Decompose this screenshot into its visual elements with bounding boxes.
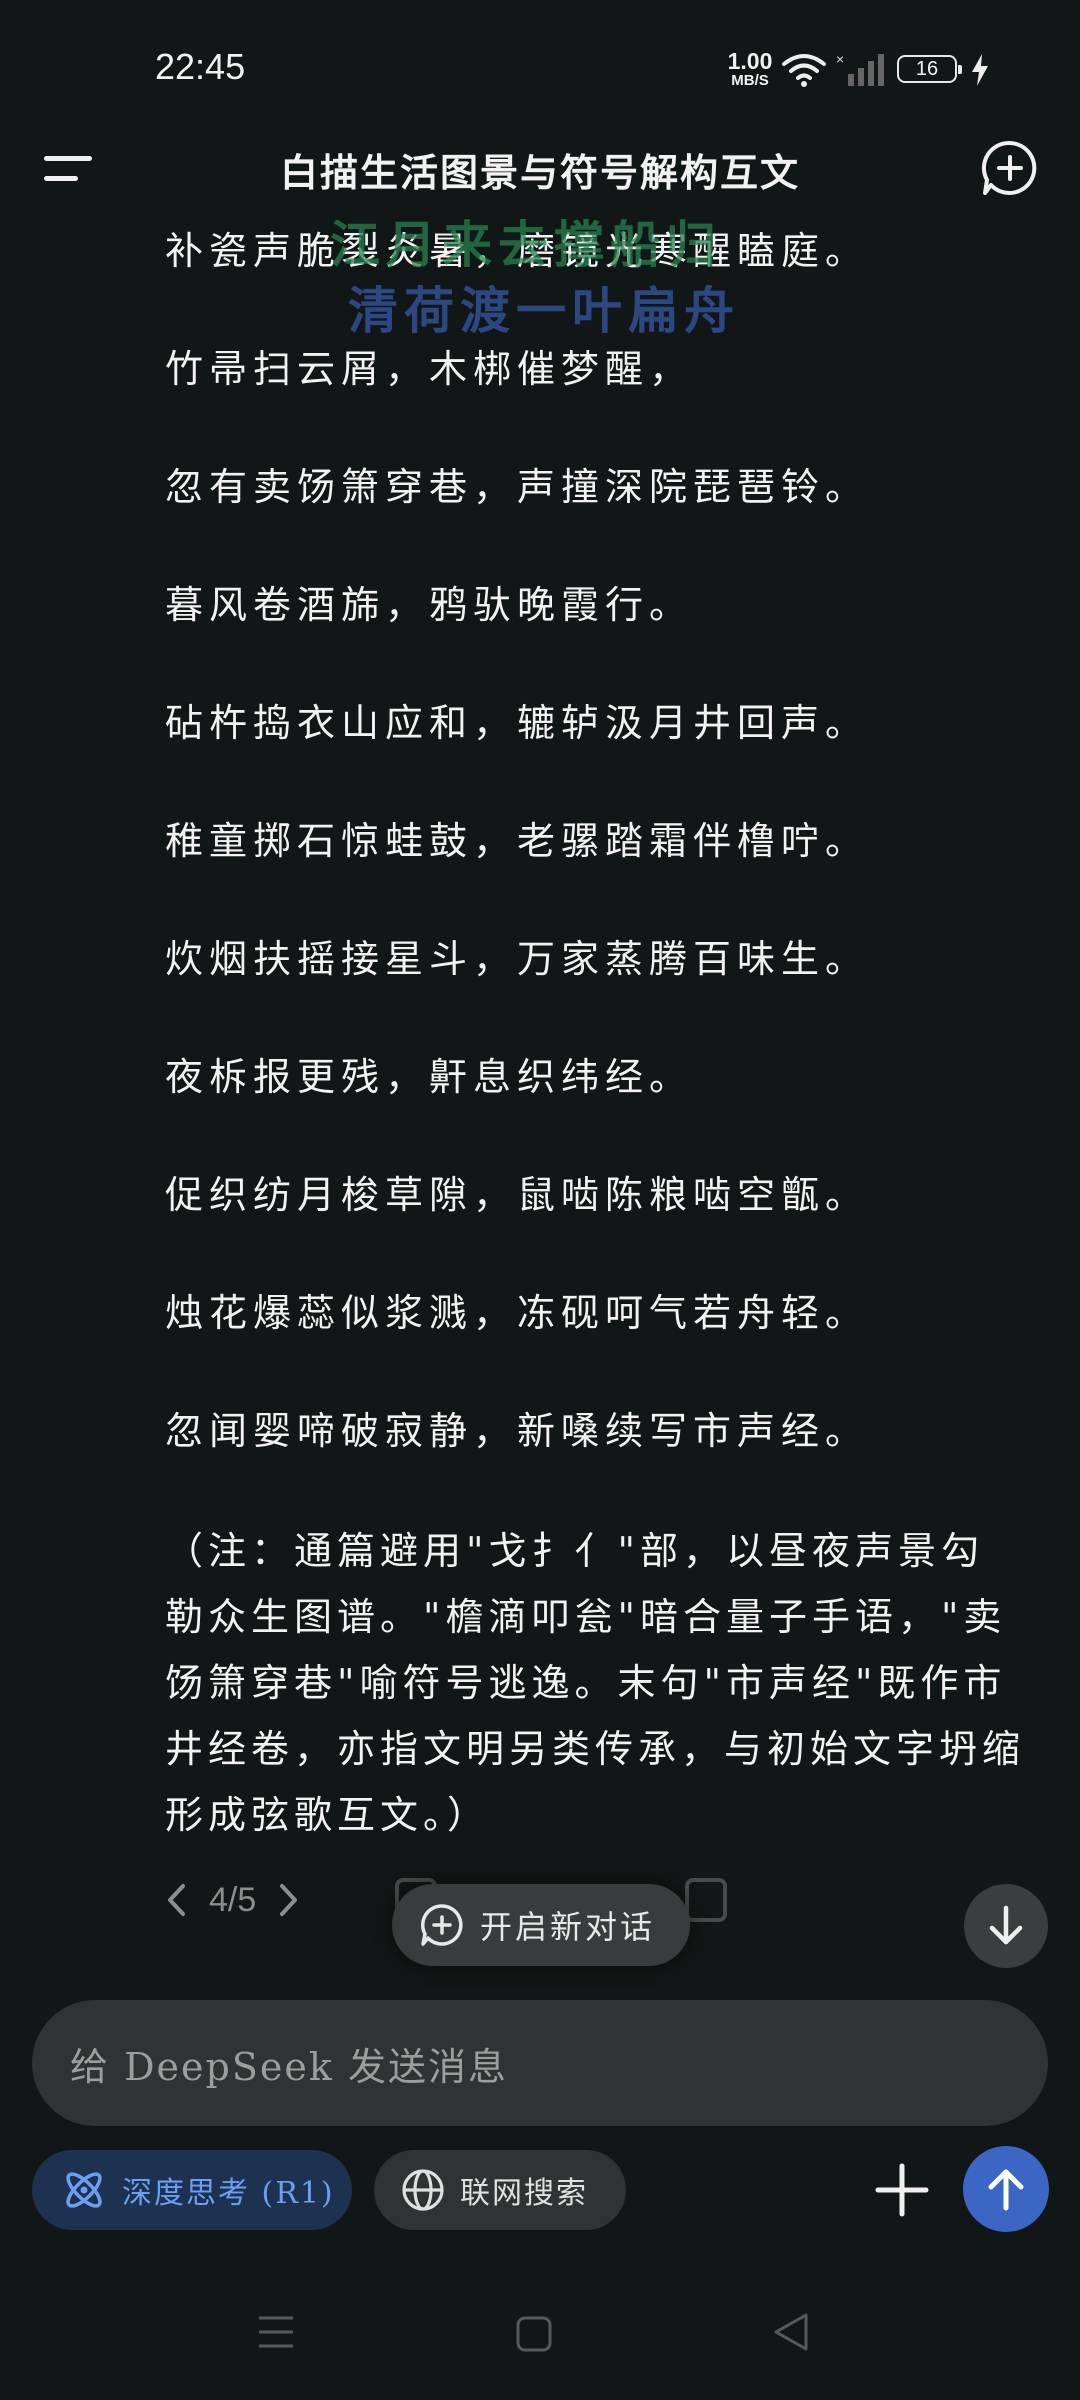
arrow-down-icon [989,1905,1023,1945]
poem-line: 补瓷声脆裂炎暑，磨镜光寒醒瞌庭。 [165,229,870,273]
chat-screen: 22:45 1.00 MB/S × 16 白描生活图景与符号解构互文 江月来去撑… [0,0,1080,2400]
menu-icon[interactable] [40,150,96,190]
nav-back-icon[interactable] [772,2312,810,2352]
pager-text: 4/5 [209,1880,257,1919]
poem-line: 稚童掷石惊蛙鼓，老骡踏霜伴橹咛。 [165,819,870,863]
message-input-placeholder: 给 DeepSeek 发送消息 [70,2044,508,2089]
dislike-icon[interactable] [685,1878,727,1922]
poem-line: 夜柝报更残，鼾息织纬经。 [165,1055,694,1099]
arrow-up-icon [988,2169,1024,2211]
charging-icon [972,54,988,86]
poem-line: 忽有卖饧箫穿巷，声撞深院琵琶铃。 [165,465,870,509]
message-input[interactable]: 给 DeepSeek 发送消息 [32,2000,1048,2126]
globe-icon [402,2169,444,2211]
watermark-line-2: 清荷渡一叶扁舟 [348,281,740,340]
chevron-left-icon[interactable] [165,1882,187,1918]
poem-line: 烛花爆蕊似浆溅，冻砚呵气若舟轻。 [165,1291,870,1335]
web-search-label: 联网搜索 [460,2176,588,2211]
new-chat-icon[interactable] [980,138,1040,198]
poem-line: 炊烟扶摇接星斗，万家蒸腾百味生。 [165,937,870,981]
scroll-to-bottom-button[interactable] [964,1884,1048,1968]
signal-icon: × [836,52,884,86]
nav-home-icon[interactable] [516,2316,552,2352]
poem-line: 促织纺月梭草隙，鼠啮陈粮啮空甑。 [165,1173,870,1217]
status-time: 22:45 [155,46,246,87]
network-speed-unit: MB/S [731,72,769,89]
new-conversation-label: 开启新对话 [480,1908,656,1946]
poem-line: 忽闻婴啼破寂静，新嗓续写市声经。 [165,1409,870,1453]
poem-line: 砧杵捣衣山应和，辘轳汲月井回声。 [165,701,870,745]
status-bar: 22:45 1.00 MB/S × 16 [0,0,1080,140]
new-conversation-button[interactable]: 开启新对话 [392,1884,690,1966]
response-pager: 4/5 [165,1875,300,1925]
svg-text:×: × [836,52,844,67]
deep-think-button[interactable]: 深度思考 (R1) [32,2150,352,2230]
network-speed-value: 1.00 [727,48,773,74]
atom-icon [66,2172,102,2208]
nav-recents-icon[interactable] [256,2312,296,2352]
wifi-icon [782,54,826,87]
network-speed: 1.00 MB/S [722,50,778,89]
battery-icon: 16 [897,55,962,83]
plus-icon[interactable] [870,2152,934,2228]
battery-level: 16 [915,58,939,80]
poem-line: 竹帚扫云屑，木梆催梦醒， [165,347,694,391]
deep-think-label: 深度思考 (R1) [122,2176,335,2211]
poem-line: 暮风卷酒旆，鸦驮晚霞行。 [165,583,694,627]
chevron-right-icon[interactable] [278,1882,300,1918]
page-title: 白描生活图景与符号解构互文 [279,150,800,195]
annotation-note: （注：通篇避用"戈扌亻"部，以昼夜声景勾勒众生图谱。"檐滴叩瓮"暗合量子手语，"… [165,1529,1026,1837]
send-button[interactable] [963,2146,1049,2232]
web-search-button[interactable]: 联网搜索 [374,2150,626,2230]
new-chat-icon [421,1904,463,1946]
